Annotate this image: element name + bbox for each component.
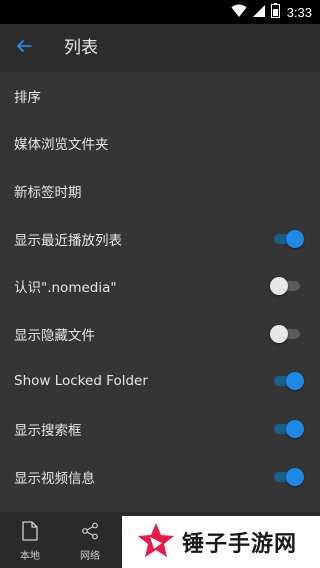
status-time: 3:33: [286, 4, 312, 20]
status-bar: 3:33: [0, 0, 320, 24]
toggle-knob: [286, 372, 304, 391]
battery-icon: [270, 2, 280, 22]
arrow-left-icon: [16, 38, 32, 58]
setting-label: 显示隐藏文件: [14, 327, 95, 344]
toggle-knob: [270, 324, 288, 343]
toggle-switch[interactable]: [272, 467, 304, 487]
setting-show-locked-folder[interactable]: Show Locked Folder: [0, 358, 320, 406]
toggle-knob: [286, 467, 304, 486]
toggle-knob: [270, 277, 288, 296]
settings-list: 排序 媒体浏览文件夹 新标签时期 显示最近播放列表 认识".nomedia" 显…: [0, 72, 320, 500]
toggle-knob: [286, 419, 304, 438]
nav-item-local[interactable]: 本地: [0, 512, 60, 568]
setting-sort[interactable]: 排序: [0, 72, 320, 120]
setting-new-tag-period[interactable]: 新标签时期: [0, 167, 320, 215]
page-title: 列表: [64, 38, 98, 58]
nav-item-network[interactable]: 网络: [60, 512, 120, 568]
setting-label: 排序: [14, 89, 41, 106]
setting-show-recent-playlist[interactable]: 显示最近播放列表: [0, 215, 320, 263]
status-icons: 3:33: [231, 0, 312, 24]
app-bar: 列表: [0, 24, 320, 72]
star-logo-icon: [136, 521, 176, 563]
toggle-switch[interactable]: [272, 229, 304, 249]
setting-label: 新标签时期: [14, 184, 82, 201]
watermark: 锤子手游网: [122, 516, 320, 568]
file-icon: [22, 519, 38, 543]
setting-media-folders[interactable]: 媒体浏览文件夹: [0, 120, 320, 168]
back-button[interactable]: [8, 32, 40, 64]
setting-recognize-nomedia[interactable]: 认识".nomedia": [0, 262, 320, 310]
setting-show-hidden-files[interactable]: 显示隐藏文件: [0, 310, 320, 358]
nav-label: 本地: [20, 550, 40, 562]
nav-label: 网络: [80, 550, 100, 562]
setting-label: 显示搜索框: [14, 422, 82, 439]
setting-label: 媒体浏览文件夹: [14, 137, 109, 154]
setting-label: 显示最近播放列表: [14, 232, 122, 249]
setting-label: 认识".nomedia": [14, 280, 117, 297]
toggle-switch[interactable]: [270, 276, 302, 296]
signal-icon: [252, 3, 266, 22]
share-icon: [81, 519, 99, 543]
setting-show-search-box[interactable]: 显示搜索框: [0, 405, 320, 453]
watermark-text: 锤子手游网: [182, 532, 298, 557]
toggle-switch[interactable]: [270, 324, 302, 344]
setting-label: Show Locked Folder: [14, 373, 148, 390]
setting-show-video-info[interactable]: 显示视频信息: [0, 453, 320, 501]
settings-screen: 3:33 列表 排序 媒体浏览文件夹 新标签时期 显示最近播放列表 认识".no…: [0, 0, 320, 568]
toggle-switch[interactable]: [272, 419, 304, 439]
setting-label: 显示视频信息: [14, 470, 95, 487]
toggle-knob: [286, 229, 304, 248]
wifi-icon: [231, 3, 247, 22]
toggle-switch[interactable]: [272, 371, 304, 391]
